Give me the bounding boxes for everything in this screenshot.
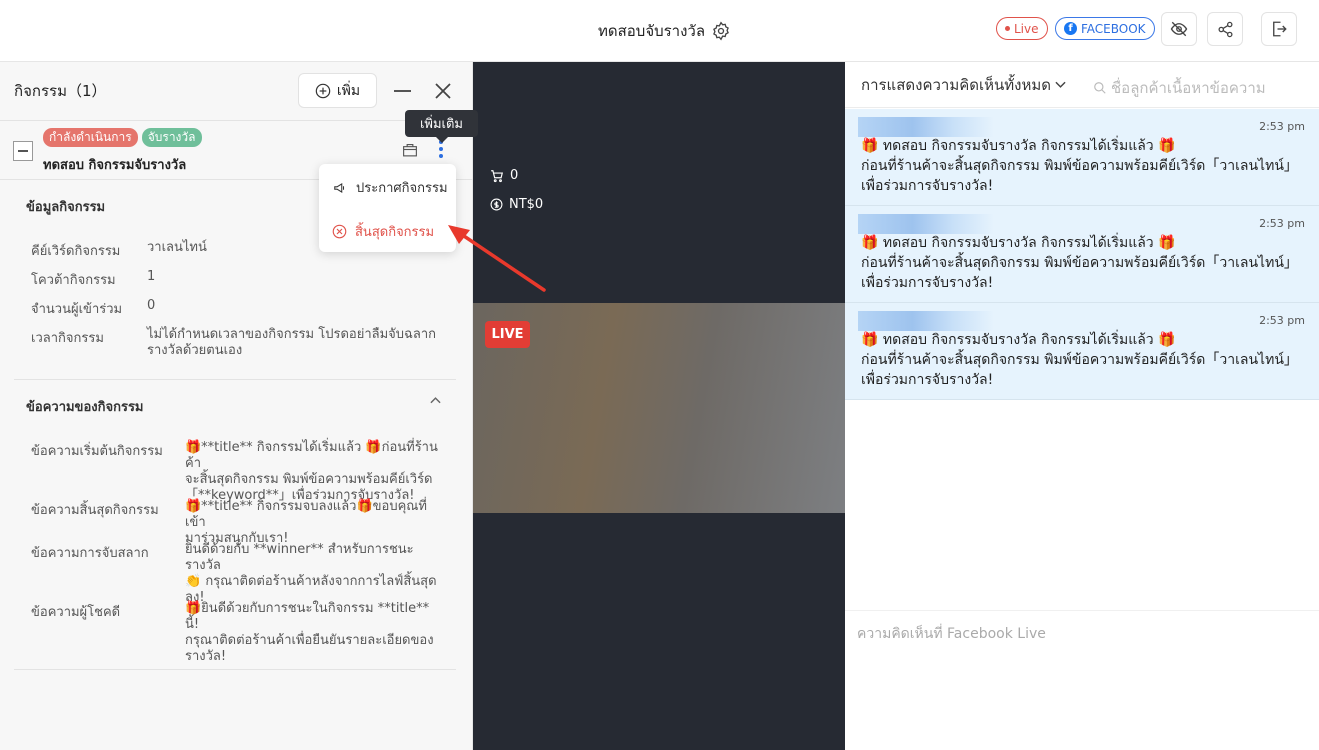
exit-button[interactable] [1261, 12, 1297, 46]
cart-stat: 0 [490, 168, 518, 183]
activity-tags: กำลังดำเนินการ จับรางวัล [43, 128, 202, 147]
info-value-participants: 0 [147, 298, 156, 313]
revenue-stat: NT$0 [490, 197, 543, 212]
comments-panel: การแสดงความคิดเห็นทั้งหมด ชื่อลูกค้าเนื้… [845, 62, 1319, 750]
menu-end-label: สิ้นสุดกิจกรรม [355, 225, 435, 240]
comment-time: 2:53 pm [1259, 314, 1305, 327]
live-video-area: 0 NT$0 LIVE [473, 62, 845, 750]
facebook-icon: f [1064, 22, 1077, 35]
comment-time: 2:53 pm [1259, 120, 1305, 133]
comment-item[interactable]: 2:53 pm 🎁 ทดสอบ กิจกรรมจับรางวัล กิจกรรม… [845, 109, 1319, 206]
menu-announce-label: ประกาศกิจกรรม [356, 181, 448, 196]
live-label: Live [1014, 21, 1039, 36]
info-value-time: ไม่ได้กำหนดเวลาของกิจกรรม โปรดอย่าลืมจับ… [147, 327, 437, 358]
comment-text: 🎁 ทดสอบ กิจกรรมจับรางวัล กิจกรรมได้เริ่ม… [861, 332, 1298, 388]
minimize-icon[interactable] [394, 90, 411, 92]
menu-item-announce[interactable]: ประกาศกิจกรรม [332, 177, 448, 198]
add-activity-label: เพิ่ม [336, 82, 361, 99]
msg-value-end: 🎁**title** กิจกรรมจบลงแล้ว🎁ขอบคุณที่เข้า… [185, 499, 427, 546]
comment-input-placeholder: ความคิดเห็นที่ Facebook Live [857, 626, 1046, 642]
gift-box-icon[interactable] [401, 141, 419, 158]
revenue-value: NT$0 [509, 197, 544, 212]
commenter-name-blurred [858, 311, 994, 331]
collapse-toggle[interactable] [13, 141, 33, 161]
live-status-badge: Live [996, 17, 1048, 40]
activity-panel-header: กิจกรรม（1） เพิ่ม [0, 62, 472, 120]
cart-icon [491, 169, 503, 182]
msg-value-draw: ยินดีด้วยกับ **winner** สำหรับการชนะรางว… [185, 542, 437, 605]
menu-item-end-activity[interactable]: สิ้นสุดกิจกรรม [332, 221, 434, 242]
comment-search[interactable]: ชื่อลูกค้าเนื้อหาข้อความ [1093, 76, 1266, 100]
search-icon [1094, 82, 1106, 94]
gear-icon[interactable] [711, 21, 731, 41]
megaphone-icon [334, 182, 345, 193]
comment-filter-dropdown[interactable]: การแสดงความคิดเห็นทั้งหมด [861, 73, 1066, 97]
info-value-quota: 1 [147, 269, 156, 284]
info-label-participants: จำนวนผู้เข้าร่วม [31, 302, 123, 317]
msg-label-start: ข้อความเริ่มต้นกิจกรรม [31, 444, 163, 459]
activity-messages-section: ข้อความของกิจกรรม ข้อความเริ่มต้นกิจกรรม… [14, 380, 456, 670]
close-circle-icon [332, 224, 347, 239]
msg-value-winner: 🎁ยินดีด้วยกับการชนะในกิจกรรม **title** น… [185, 601, 434, 664]
chevron-up-icon[interactable] [430, 396, 441, 404]
comment-text: 🎁 ทดสอบ กิจกรรมจับรางวัล กิจกรรมได้เริ่ม… [861, 235, 1298, 291]
activity-more-menu: ประกาศกิจกรรม สิ้นสุดกิจกรรม [319, 164, 456, 252]
dollar-circle-icon [490, 198, 503, 211]
msg-label-end: ข้อความสิ้นสุดกิจกรรม [31, 503, 159, 518]
comment-filter-label: การแสดงความคิดเห็นทั้งหมด [861, 75, 1051, 94]
add-activity-button[interactable]: เพิ่ม [298, 73, 377, 108]
minus-icon [18, 150, 28, 152]
annotation-arrow [448, 225, 546, 292]
comment-time: 2:53 pm [1259, 217, 1305, 230]
close-icon[interactable] [433, 81, 453, 101]
live-badge: LIVE [485, 321, 530, 348]
activity-panel-title: กิจกรรม（1） [14, 82, 107, 100]
share-button[interactable] [1207, 12, 1243, 46]
status-tag: กำลังดำเนินการ [43, 128, 138, 147]
comment-input[interactable]: ความคิดเห็นที่ Facebook Live [845, 610, 1319, 750]
commenter-name-blurred [858, 117, 994, 137]
facebook-badge: f FACEBOOK [1055, 17, 1155, 40]
info-label-keyword: คีย์เวิร์ดกิจกรรม [31, 244, 121, 259]
activity-name: ทดสอบ กิจกรรมจับรางวัล [43, 158, 187, 173]
hide-eye-button[interactable] [1161, 12, 1197, 46]
facebook-label: FACEBOOK [1081, 21, 1146, 36]
messages-section-title: ข้อความของกิจกรรม [26, 400, 144, 415]
page-title: ทดสอบจับรางวัล [598, 19, 731, 43]
info-label-quota: โควต้ากิจกรรม [31, 273, 116, 288]
info-section-title: ข้อมูลกิจกรรม [26, 200, 106, 215]
type-tag: จับรางวัล [141, 128, 202, 147]
eye-off-icon [1170, 21, 1188, 37]
comment-item[interactable]: 2:53 pm 🎁 ทดสอบ กิจกรรมจับรางวัล กิจกรรม… [845, 206, 1319, 303]
commenter-name-blurred [858, 214, 994, 234]
plus-circle-icon [315, 83, 331, 98]
comment-search-placeholder: ชื่อลูกค้าเนื้อหาข้อความ [1111, 79, 1266, 97]
info-label-time: เวลากิจกรรม [31, 331, 104, 346]
live-dot-icon [1005, 26, 1010, 31]
chevron-down-icon [1055, 81, 1066, 88]
msg-label-winner: ข้อความผู้โชคดี [31, 605, 121, 620]
msg-value-start: 🎁**title** กิจกรรมได้เริ่มแล้ว 🎁ก่อนที่ร… [185, 440, 438, 503]
page-title-text: ทดสอบจับรางวัล [598, 22, 706, 40]
exit-icon [1273, 21, 1287, 37]
comment-item[interactable]: 2:53 pm 🎁 ทดสอบ กิจกรรมจับรางวัล กิจกรรม… [845, 303, 1319, 400]
comments-header: การแสดงความคิดเห็นทั้งหมด ชื่อลูกค้าเนื้… [845, 62, 1319, 108]
top-bar: ทดสอบจับรางวัล Live f FACEBOOK [0, 0, 1319, 62]
more-tooltip: เพิ่มเติม [405, 110, 478, 143]
info-value-keyword: วาเลนไทน์ [147, 240, 207, 255]
cart-count: 0 [510, 168, 519, 183]
msg-label-draw: ข้อความการจับสลาก [31, 546, 149, 561]
comment-text: 🎁 ทดสอบ กิจกรรมจับรางวัล กิจกรรมได้เริ่ม… [861, 138, 1298, 194]
share-icon [1217, 21, 1233, 37]
